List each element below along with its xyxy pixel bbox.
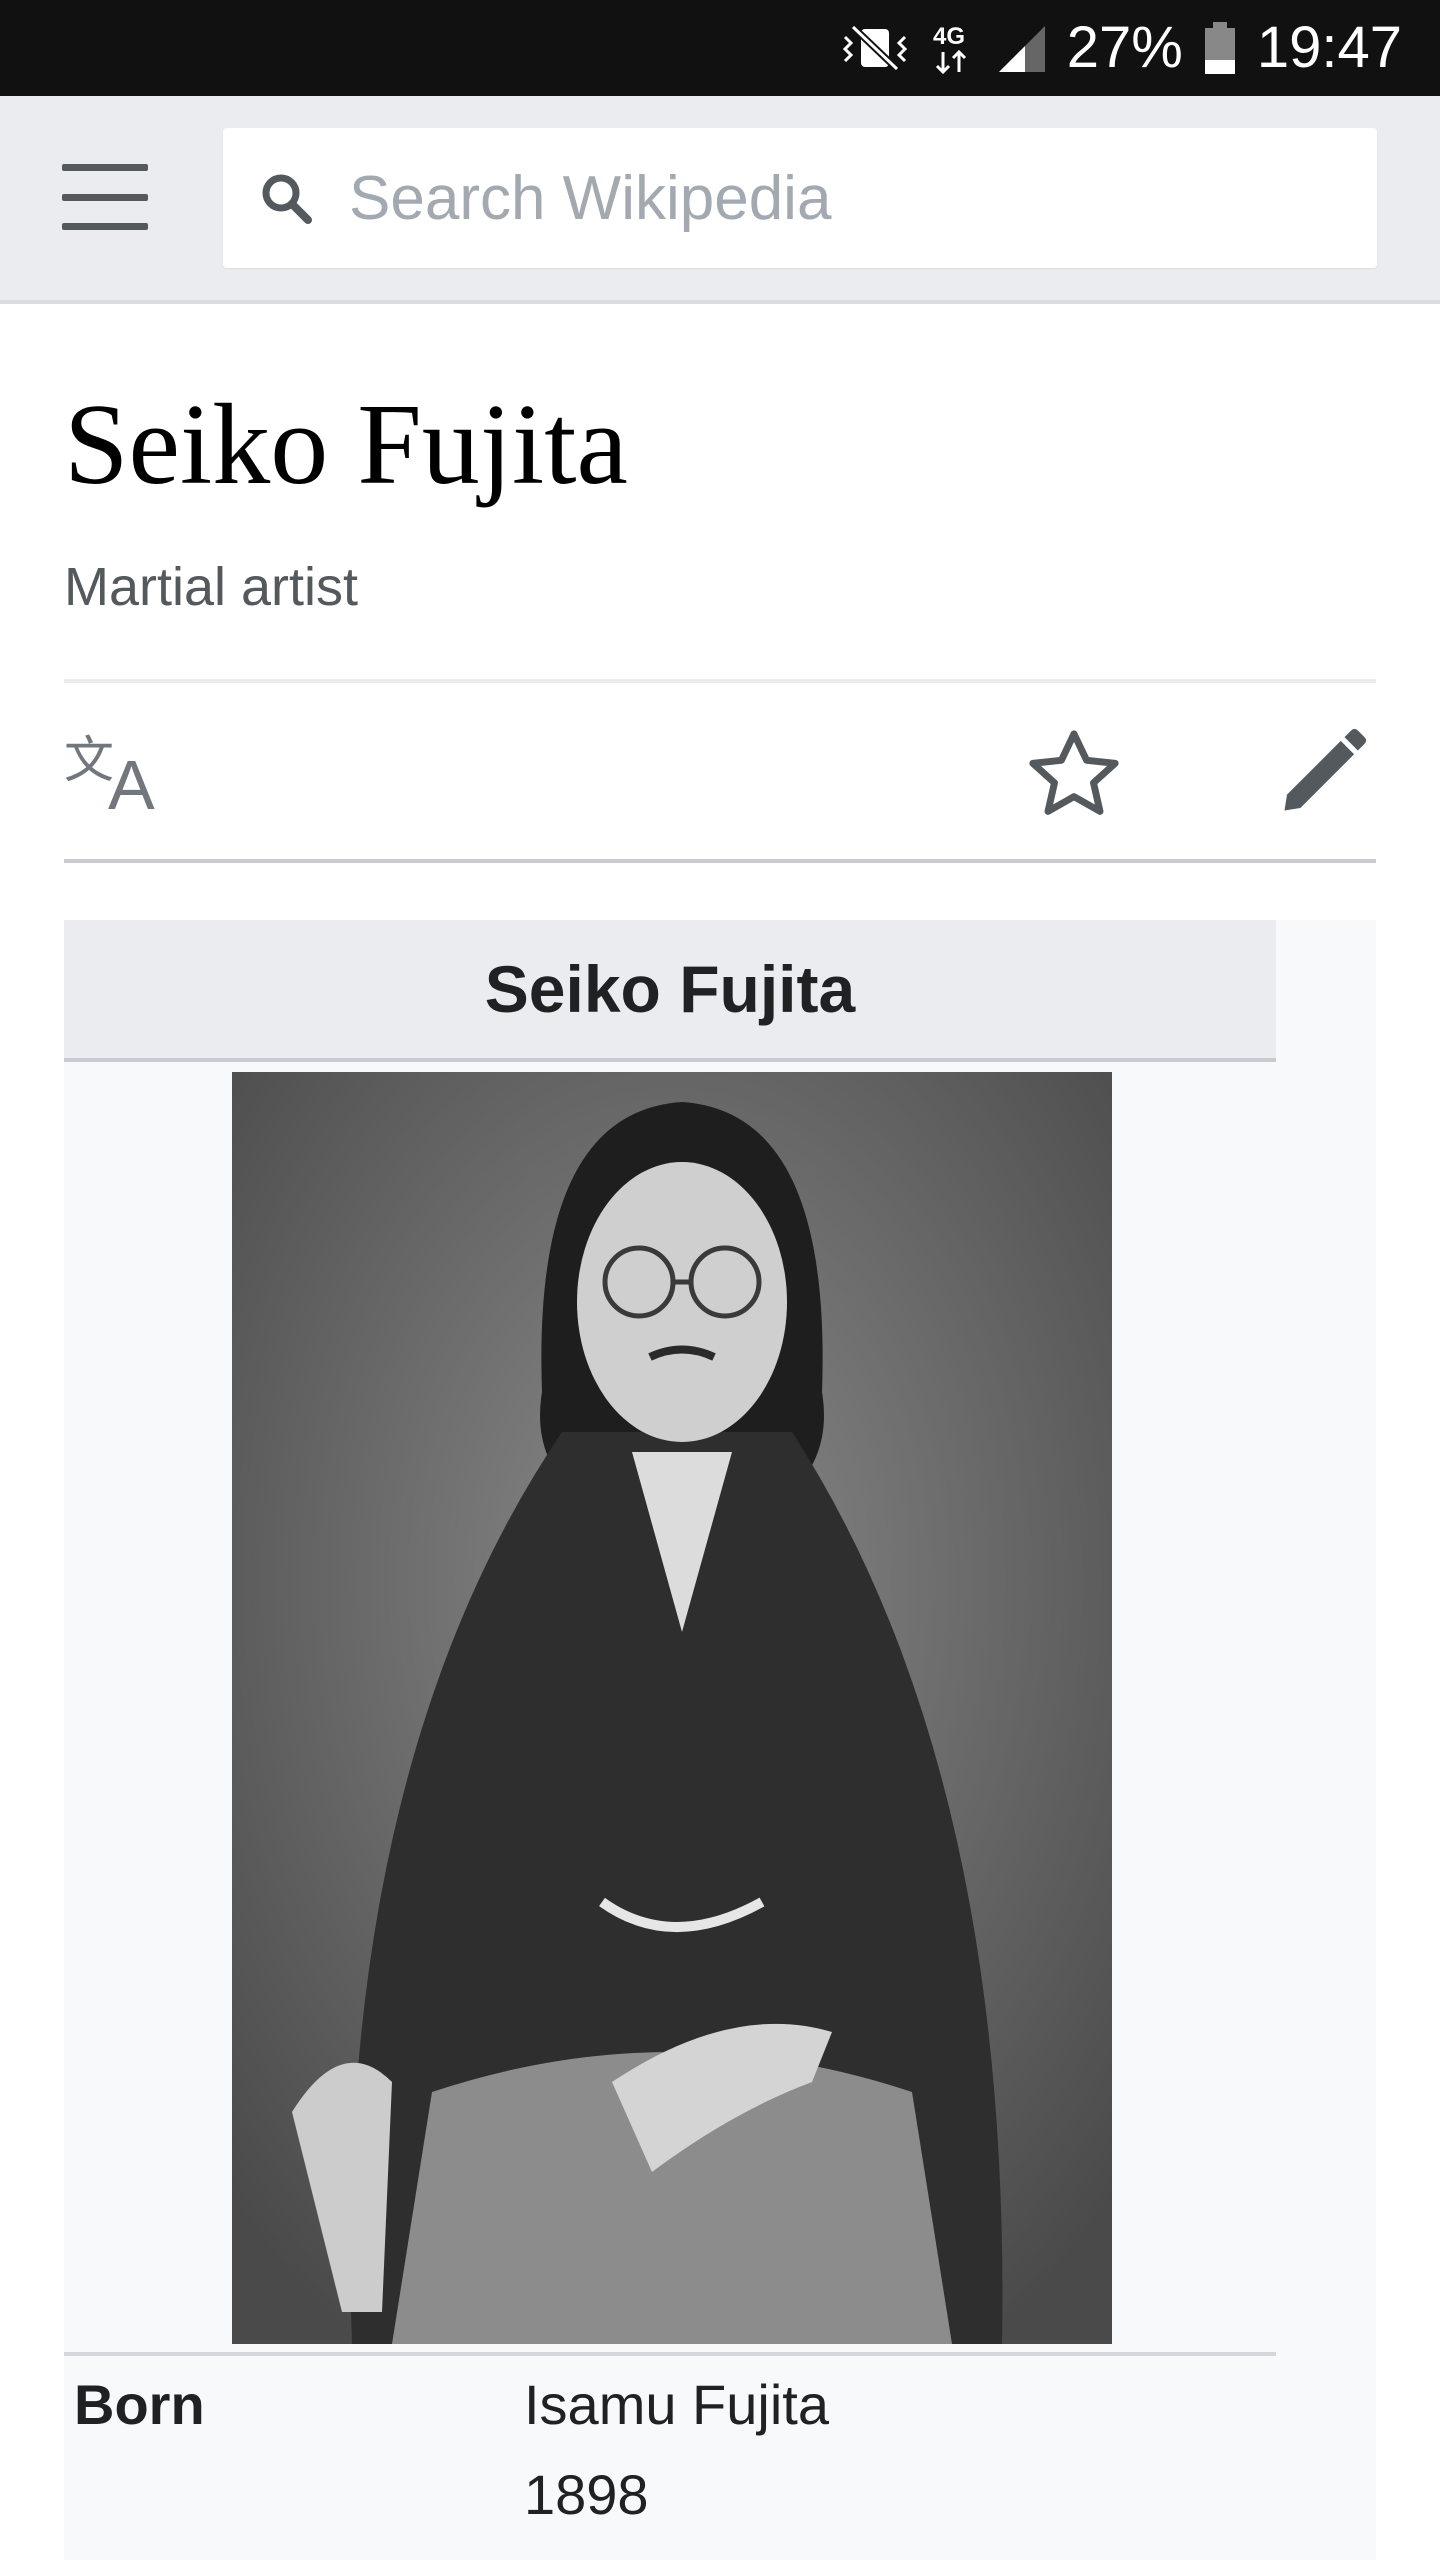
search-icon xyxy=(259,171,313,225)
page-actions: 文 A xyxy=(64,679,1376,863)
signal-icon xyxy=(995,22,1047,74)
star-icon[interactable] xyxy=(1022,723,1126,832)
network-label: 4G xyxy=(933,23,965,50)
portrait-image[interactable] xyxy=(232,1072,1112,2344)
infobox-divider xyxy=(64,2352,1276,2356)
infobox-table: Seiko Fujita Born Isamu Fujita 1898 xyxy=(64,920,1276,2560)
menu-icon[interactable] xyxy=(62,164,148,230)
menu-bar-bottom xyxy=(62,223,148,230)
born-year: 1898 xyxy=(524,2463,649,2526)
menu-bar-middle xyxy=(62,193,148,201)
network-4g-icon: 4G xyxy=(931,20,975,76)
page-subtitle: Martial artist xyxy=(64,557,359,617)
language-icon[interactable]: 文 A xyxy=(64,731,168,824)
status-indicators: 4G 27% 19:47 xyxy=(839,0,1402,96)
battery-percent: 27% xyxy=(1066,15,1183,80)
menu-bar-top xyxy=(62,164,148,171)
infobox: Seiko Fujita Born Isamu Fujita 1898 xyxy=(64,920,1376,2560)
page-title: Seiko Fujita xyxy=(64,381,628,509)
born-name: Isamu Fujita xyxy=(524,2373,829,2436)
svg-text:A: A xyxy=(108,746,155,813)
vibrate-mute-icon xyxy=(839,23,911,73)
header-bar xyxy=(0,96,1440,304)
search-input[interactable] xyxy=(347,161,1247,235)
born-label: Born xyxy=(74,2373,205,2436)
infobox-title: Seiko Fujita xyxy=(64,920,1276,1062)
svg-text:文: 文 xyxy=(64,731,114,789)
status-bar: 4G 27% 19:47 xyxy=(0,0,1440,96)
clock: 19:47 xyxy=(1256,15,1402,80)
search-box[interactable] xyxy=(223,128,1377,268)
battery-icon xyxy=(1203,20,1237,76)
edit-pencil-icon[interactable] xyxy=(1272,723,1372,828)
